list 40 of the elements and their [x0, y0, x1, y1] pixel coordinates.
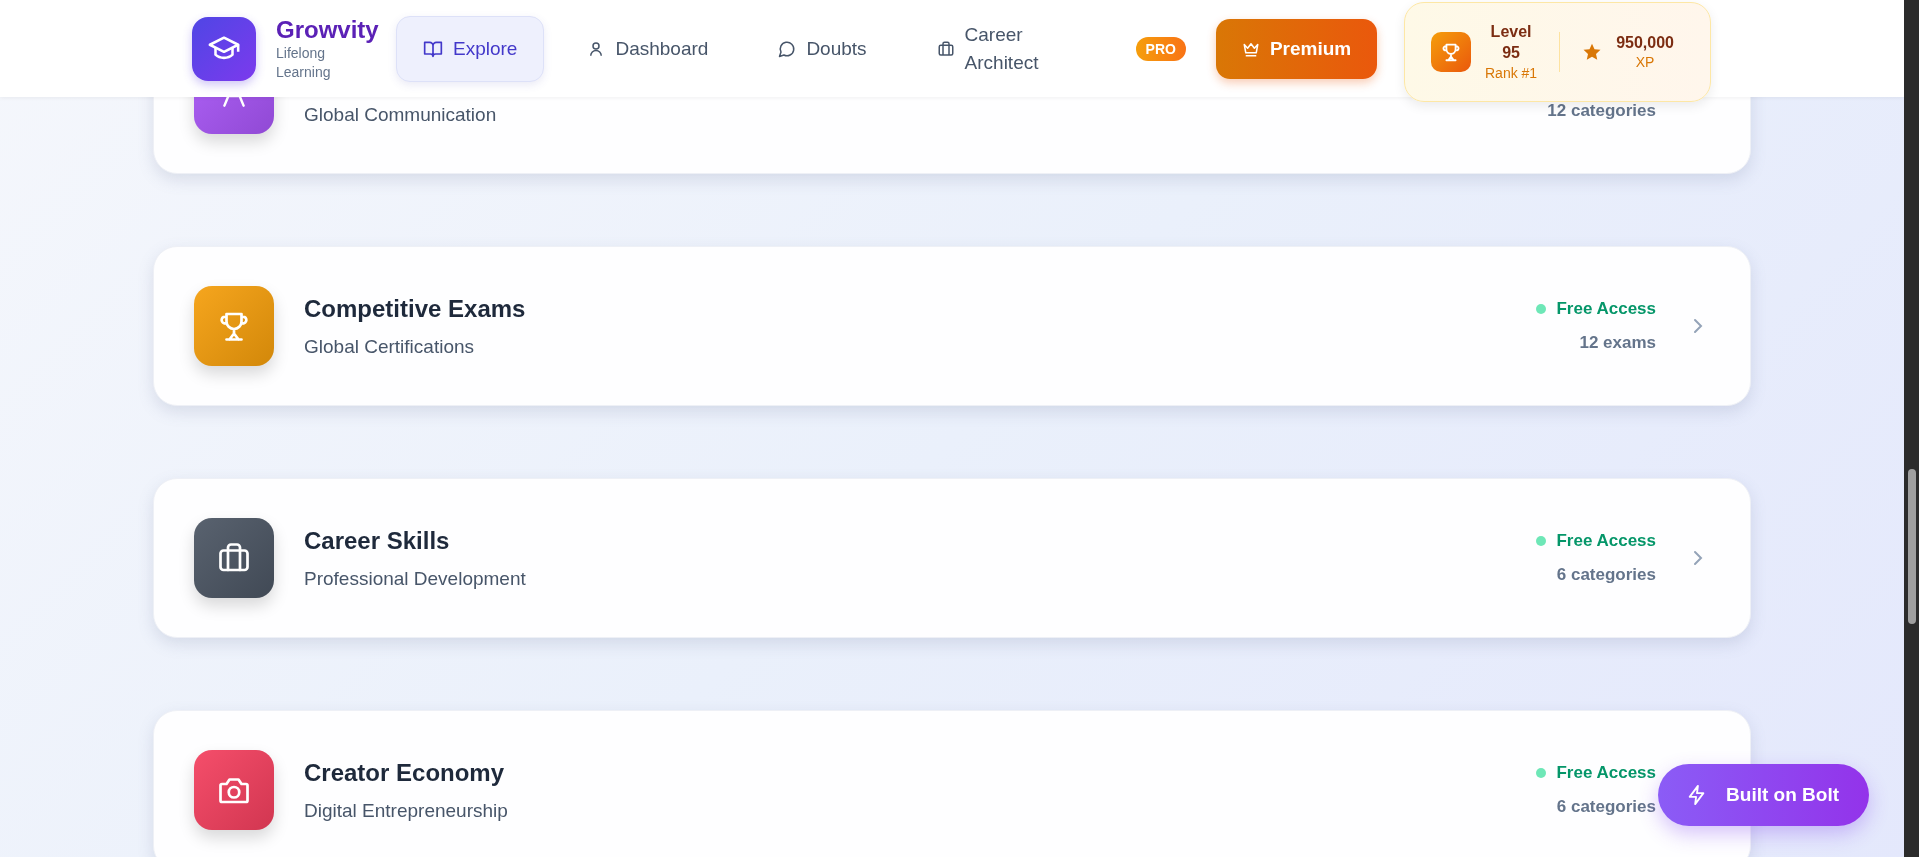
- access-label: Free Access: [1536, 531, 1656, 551]
- category-card[interactable]: Competitive Exams Global Certifications Free Access 12 exams: [153, 246, 1751, 406]
- category-subtitle: Global Communication: [304, 104, 498, 126]
- item-count: 6 categories: [1556, 797, 1656, 817]
- scrollbar[interactable]: [1904, 0, 1919, 857]
- brand-tagline: Lifelong Learning: [276, 43, 332, 82]
- xp-amount: 950,000: [1616, 32, 1674, 53]
- category-subtitle: Professional Development: [304, 568, 527, 590]
- built-on-bolt-button[interactable]: Built on Bolt: [1658, 764, 1869, 826]
- nav-tab[interactable]: Doubts: [751, 15, 894, 82]
- nav-tab[interactable]: Career Architect: [909, 15, 1092, 82]
- trophy-icon: [1431, 32, 1471, 72]
- pro-badge: PRO: [1135, 36, 1186, 61]
- nav-tab[interactable]: Explore: [396, 15, 545, 82]
- access-label: Free Access: [1536, 299, 1656, 319]
- star-icon: [1582, 42, 1603, 62]
- category-title: Career Skills: [304, 527, 450, 555]
- access-label: Free Access: [1536, 763, 1656, 783]
- scrollbar-thumb[interactable]: [1908, 469, 1916, 624]
- category-card[interactable]: Career Skills Professional Development Free Access 6 categories: [153, 478, 1751, 638]
- rank-label: Rank #1: [1485, 63, 1538, 82]
- category-subtitle: Digital Entrepreneurship: [304, 800, 509, 822]
- briefcase-icon: [936, 39, 955, 58]
- item-count: 12 categories: [1547, 101, 1656, 121]
- nav-tab[interactable]: Dashboard: [560, 15, 736, 82]
- status-dot: [1536, 536, 1547, 546]
- category-subtitle: Global Certifications: [304, 336, 476, 358]
- xp-label: XP: [1635, 53, 1655, 72]
- brand-name[interactable]: Growvity: [276, 15, 380, 44]
- item-count: 12 exams: [1579, 333, 1656, 353]
- status-dot: [1536, 304, 1547, 314]
- category-card[interactable]: Global Communication 12 categories: [153, 97, 1751, 174]
- category-title: Creator Economy: [304, 759, 505, 787]
- chat-bubble-icon: [778, 39, 797, 58]
- level-label: Level: [1490, 22, 1532, 43]
- category-title: Competitive Exams: [304, 295, 526, 323]
- status-dot: [1536, 768, 1547, 778]
- logo-tile[interactable]: [192, 16, 256, 81]
- item-count: 6 categories: [1556, 565, 1656, 585]
- level-number: 95: [1502, 42, 1520, 63]
